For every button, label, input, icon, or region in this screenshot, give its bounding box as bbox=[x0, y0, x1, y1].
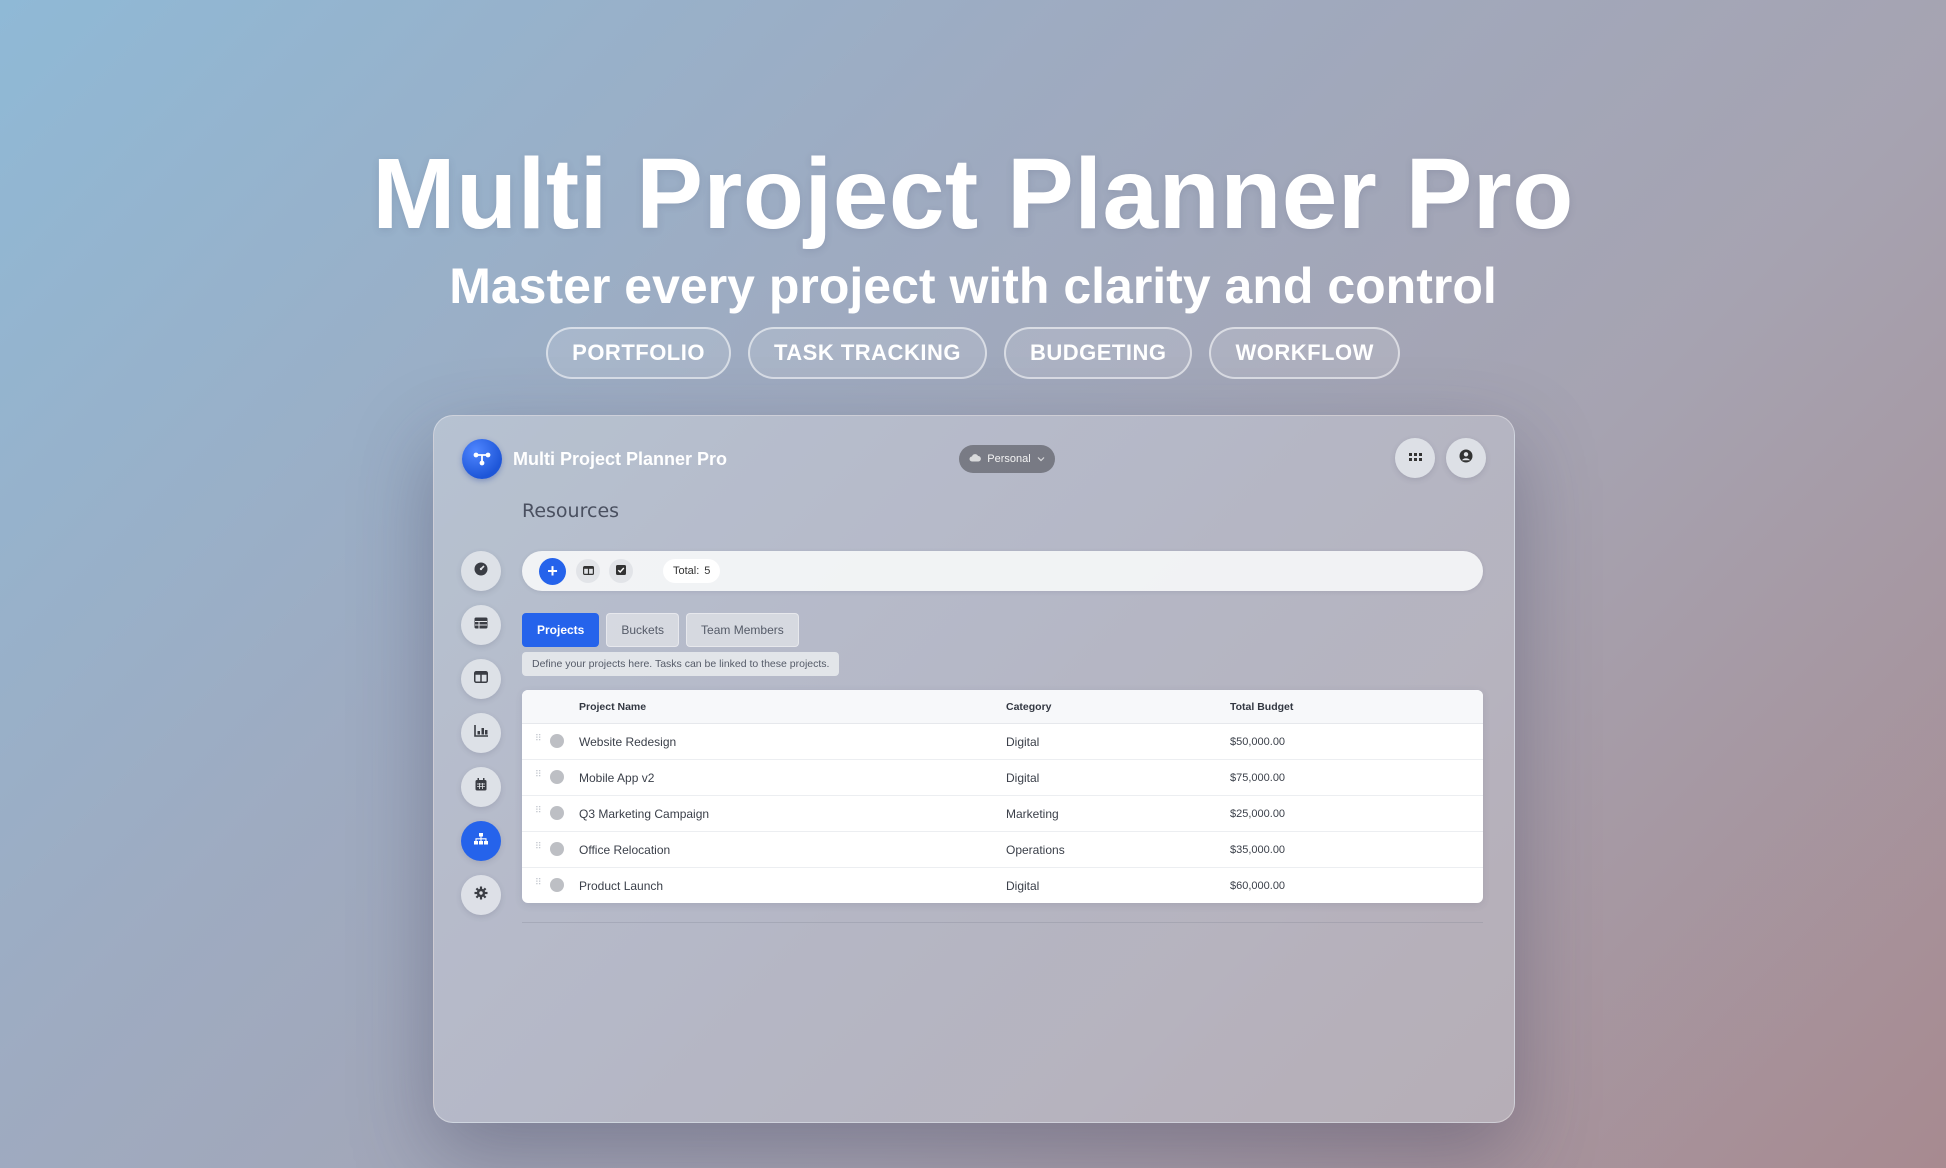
tab-team-members[interactable]: Team Members bbox=[686, 613, 799, 647]
table-row[interactable]: ⠿ Mobile App v2 Digital $75,000.00 bbox=[522, 760, 1483, 796]
tag-workflow: WORKFLOW bbox=[1209, 327, 1400, 379]
page-title: Resources bbox=[522, 500, 620, 522]
total-value: 5 bbox=[704, 565, 711, 577]
chevron-down-icon bbox=[1037, 453, 1045, 465]
apps-grid-button[interactable] bbox=[1395, 438, 1435, 478]
drag-handle-icon[interactable]: ⠿ bbox=[535, 806, 542, 818]
table-row[interactable]: ⠿ Website Redesign Digital $50,000.00 bbox=[522, 724, 1483, 760]
tag-portfolio: PORTFOLIO bbox=[546, 327, 731, 379]
app-title: Multi Project Planner Pro bbox=[513, 449, 728, 469]
project-budget: $35,000.00 bbox=[1230, 843, 1286, 856]
sidebar-item-resources[interactable] bbox=[461, 821, 501, 861]
table-header: Project Name Category Total Budget bbox=[522, 690, 1483, 724]
project-category: Marketing bbox=[1006, 806, 1059, 821]
sidebar-item-settings[interactable] bbox=[461, 875, 501, 915]
tag-task-tracking: TASK TRACKING bbox=[747, 327, 987, 379]
dashboard-icon bbox=[474, 562, 488, 581]
board-icon bbox=[474, 670, 488, 688]
check-square-icon bbox=[616, 562, 626, 580]
sidebar-item-table[interactable] bbox=[461, 605, 501, 645]
cloud-icon bbox=[969, 453, 982, 465]
total-label: Total: bbox=[673, 565, 700, 577]
sidebar-item-calendar[interactable] bbox=[461, 767, 501, 807]
sidebar-item-chart[interactable] bbox=[461, 713, 501, 753]
sidebar-item-board[interactable] bbox=[461, 659, 501, 699]
hero-title: Multi Project Planner Pro bbox=[372, 138, 1574, 250]
hero: Multi Project Planner Pro Master every p… bbox=[0, 140, 1946, 314]
total-count-badge: Total: 5 bbox=[663, 559, 721, 583]
divider bbox=[522, 922, 1483, 923]
project-category: Digital bbox=[1006, 770, 1040, 785]
status-dot[interactable] bbox=[550, 734, 564, 748]
column-header-total-budget[interactable]: Total Budget bbox=[1230, 690, 1293, 723]
tab-buckets[interactable]: Buckets bbox=[606, 613, 680, 647]
column-header-category[interactable]: Category bbox=[1006, 690, 1052, 723]
sidebar-item-dashboard[interactable] bbox=[461, 551, 501, 591]
status-dot[interactable] bbox=[550, 878, 564, 892]
column-header-project-name[interactable]: Project Name bbox=[579, 690, 646, 723]
project-name: Website Redesign bbox=[579, 734, 677, 749]
drag-handle-icon[interactable]: ⠿ bbox=[535, 770, 542, 782]
select-all-button[interactable] bbox=[609, 559, 633, 583]
calendar-icon bbox=[475, 778, 487, 796]
columns-icon bbox=[582, 562, 594, 580]
table-icon bbox=[474, 616, 488, 634]
add-button[interactable]: + bbox=[539, 558, 566, 585]
user-circle-icon bbox=[1459, 449, 1473, 468]
table-row[interactable]: ⠿ Q3 Marketing Campaign Marketing $25,00… bbox=[522, 796, 1483, 832]
project-budget: $75,000.00 bbox=[1230, 771, 1286, 784]
tab-projects[interactable]: Projects bbox=[522, 613, 600, 647]
app-header: Multi Project Planner Pro Personal bbox=[462, 438, 1486, 480]
grid-icon bbox=[1408, 449, 1422, 467]
project-category: Operations bbox=[1006, 842, 1065, 857]
table-row[interactable]: ⠿ Office Relocation Operations $35,000.0… bbox=[522, 832, 1483, 868]
project-name: Product Launch bbox=[579, 878, 664, 893]
drag-handle-icon[interactable]: ⠿ bbox=[535, 734, 542, 746]
workspace-selector[interactable]: Personal bbox=[959, 445, 1055, 473]
projects-hint: Define your projects here. Tasks can be … bbox=[522, 652, 840, 676]
workspace-label: Personal bbox=[987, 453, 1031, 465]
table-row[interactable]: ⠿ Product Launch Digital $60,000.00 bbox=[522, 868, 1483, 903]
plus-icon: + bbox=[547, 561, 558, 581]
sidebar bbox=[461, 551, 503, 929]
feature-tags: PORTFOLIO TASK TRACKING BUDGETING WORKFL… bbox=[0, 327, 1946, 379]
hierarchy-icon bbox=[474, 832, 488, 850]
project-name: Office Relocation bbox=[579, 842, 671, 857]
drag-handle-icon[interactable]: ⠿ bbox=[535, 842, 542, 854]
project-budget: $50,000.00 bbox=[1230, 735, 1286, 748]
status-dot[interactable] bbox=[550, 842, 564, 856]
chart-icon bbox=[474, 724, 488, 742]
app-logo-icon[interactable] bbox=[462, 439, 502, 479]
project-name: Q3 Marketing Campaign bbox=[579, 806, 710, 821]
user-account-button[interactable] bbox=[1446, 438, 1486, 478]
project-budget: $60,000.00 bbox=[1230, 879, 1286, 892]
status-dot[interactable] bbox=[550, 806, 564, 820]
project-category: Digital bbox=[1006, 878, 1040, 893]
project-name: Mobile App v2 bbox=[579, 770, 655, 785]
project-category: Digital bbox=[1006, 734, 1040, 749]
hero-subtitle: Master every project with clarity and co… bbox=[449, 258, 1497, 314]
tag-budgeting: BUDGETING bbox=[1003, 327, 1193, 379]
resource-tabs: Projects Buckets Team Members bbox=[522, 613, 799, 647]
project-budget: $25,000.00 bbox=[1230, 807, 1286, 820]
columns-view-button[interactable] bbox=[576, 559, 600, 583]
app-window: Multi Project Planner Pro Personal Resou… bbox=[433, 415, 1515, 1123]
toolbar: + Total: 5 bbox=[522, 551, 1483, 591]
drag-handle-icon[interactable]: ⠿ bbox=[535, 878, 542, 890]
status-dot[interactable] bbox=[550, 770, 564, 784]
projects-table: Project Name Category Total Budget ⠿ Web… bbox=[522, 690, 1483, 903]
gear-icon bbox=[474, 886, 488, 905]
